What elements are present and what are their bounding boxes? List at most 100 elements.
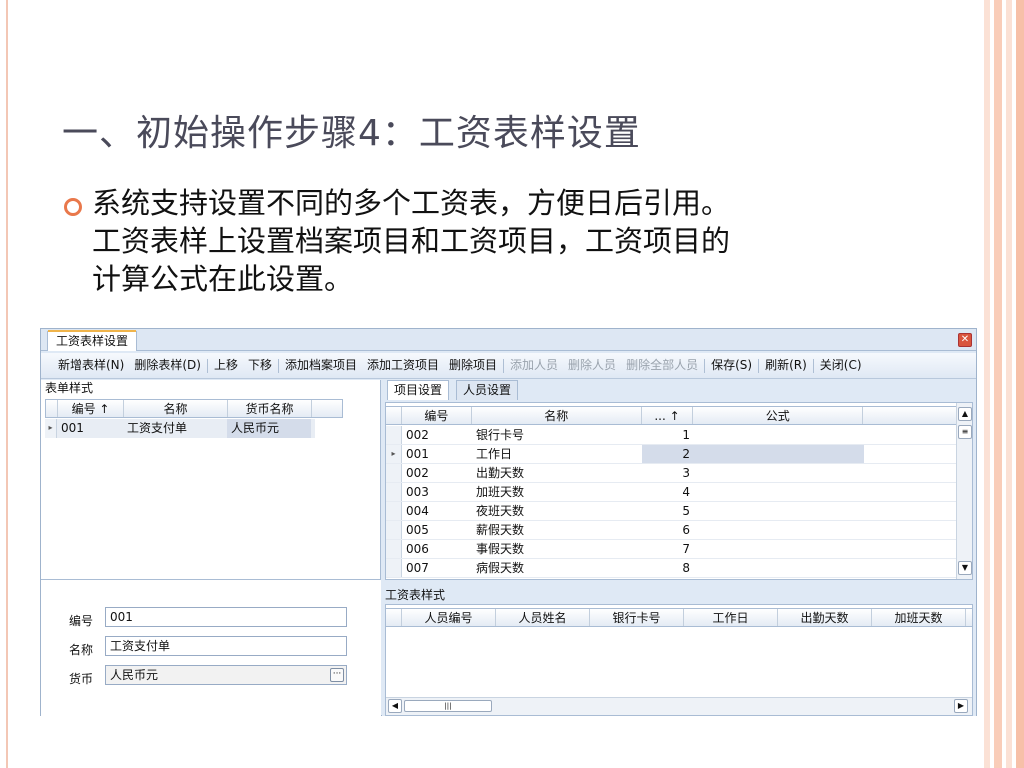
row-indicator-icon [386, 464, 402, 482]
cell-name: 薪假天数 [476, 523, 525, 537]
toolbar-button[interactable]: 添加档案项目 [280, 353, 362, 378]
cell-order: 8 [682, 561, 690, 575]
cell-formula [694, 426, 864, 444]
item-grid: 编号 名称 ... ↑ 公式 002 银行卡号 1 ▸ 001 工作日 2 002 出勤天数 3 0… [385, 402, 973, 580]
column-header-order[interactable]: ... ↑ [642, 407, 694, 424]
tab-item-settings[interactable]: 项目设置 [387, 380, 450, 400]
item-settings-panel: 项目设置 人员设置 编号 名称 ... ↑ 公式 002 银行卡号 1 ▸ 001 工作日… [382, 380, 976, 716]
slide-title: 一、初始操作步骤4：工资表样设置 [62, 113, 641, 154]
cell-code: 002 [406, 466, 429, 480]
cell-code: 004 [406, 504, 429, 518]
cell-name: 工作日 [476, 447, 513, 461]
column-header-name[interactable]: 名称 [124, 400, 228, 417]
template-detail-form: 编号 001 名称 工资支付单 货币 人民币元 ··· [41, 579, 381, 716]
toolbar-button[interactable]: 删除表样(D) [129, 353, 206, 378]
toolbar-button[interactable]: 添加工资项目 [362, 353, 444, 378]
template-list-panel: 表单样式 编号 ↑ 名称 货币名称 ▸ 001 工资支付单 人民币元 编号 00… [41, 380, 381, 716]
template-grid-header: 编号 ↑ 名称 货币名称 [45, 399, 343, 418]
column-header[interactable]: 工作日 [684, 609, 778, 626]
currency-field[interactable]: 人民币元 ··· [105, 665, 347, 685]
scroll-left-icon[interactable]: ◀ [388, 699, 402, 713]
toolbar-button[interactable]: 刷新(R) [760, 353, 812, 378]
toolbar-button[interactable]: 上移 [209, 353, 243, 378]
scroll-down-icon[interactable]: ▼ [958, 561, 972, 575]
cell-name: 事假天数 [476, 542, 525, 556]
table-row[interactable]: 002 出勤天数 3 [386, 464, 958, 483]
slide-body: 系统支持设置不同的多个工资表，方便日后引用。 工资表样上设置档案项目和工资项目，… [92, 184, 872, 298]
toolbar-button[interactable]: 删除全部人员 [621, 353, 703, 378]
table-row[interactable]: 003 加班天数 4 [386, 483, 958, 502]
body-line: 计算公式在此设置。 [92, 262, 354, 296]
toolbar-separator [503, 358, 505, 373]
name-label: 名称 [69, 643, 94, 657]
tab-staff-settings[interactable]: 人员设置 [456, 380, 519, 400]
cell-currency: 人民币元 [227, 419, 311, 438]
column-header-name[interactable]: 名称 [472, 407, 642, 424]
column-header[interactable]: 人员姓名 [496, 609, 590, 626]
table-row[interactable]: 006 事假天数 7 [386, 540, 958, 559]
cell-formula [694, 559, 864, 577]
toolbar-separator [206, 358, 208, 373]
cell-code: 006 [406, 542, 429, 556]
ellipsis-icon[interactable]: ··· [330, 668, 344, 682]
toolbar-separator [704, 358, 706, 373]
vertical-scrollbar[interactable]: ▲ ≡ ▼ [956, 403, 972, 579]
cell-order: 5 [682, 504, 690, 518]
document-tab[interactable]: 工资表样设置 [47, 330, 138, 351]
column-header-code[interactable]: 编号 [402, 407, 472, 424]
cell-order: 7 [682, 542, 690, 556]
table-row[interactable]: 005 薪假天数 6 [386, 521, 958, 540]
scroll-right-icon[interactable]: ▶ [954, 699, 968, 713]
column-header-code[interactable]: 编号 ↑ [58, 400, 124, 417]
cell-formula [694, 540, 864, 558]
column-header-currency[interactable]: 货币名称 [228, 400, 312, 417]
row-indicator-icon [386, 502, 402, 520]
scroll-thumb[interactable]: ≡ [958, 425, 972, 439]
column-header[interactable]: 银行卡号 [590, 609, 684, 626]
code-field[interactable]: 001 [105, 607, 347, 627]
row-indicator-icon [386, 540, 402, 558]
cell-order: 1 [682, 428, 690, 442]
name-field[interactable]: 工资支付单 [105, 636, 347, 656]
close-icon[interactable]: ✕ [958, 333, 972, 347]
table-row[interactable]: ▸ 001 工资支付单 人民币元 [45, 419, 315, 438]
table-row[interactable]: 004 夜班天数 5 [386, 502, 958, 521]
app-window: 工资表样设置 ✕ 新增表样(N) 删除表样(D) 上移 下移 添加档案项目 添加工资项目删… [40, 328, 977, 716]
column-header-formula[interactable]: 公式 [693, 407, 864, 424]
horizontal-scrollbar[interactable]: ◀ ||| ▶ [386, 697, 972, 715]
toolbar-button[interactable]: 保存(S) [706, 353, 757, 378]
cell-formula [694, 464, 864, 482]
code-label: 编号 [69, 614, 94, 628]
toolbar-button[interactable]: 下移 [243, 353, 277, 378]
table-row[interactable]: 007 病假天数 8 [386, 559, 958, 578]
toolbar-button[interactable]: 删除项目 [444, 353, 502, 378]
column-header[interactable]: 出勤天数 [778, 609, 872, 626]
toolbar-button[interactable]: 删除人员 [563, 353, 621, 378]
cell-code: 007 [406, 561, 429, 575]
cell-code: 001 [406, 447, 429, 461]
scroll-up-icon[interactable]: ▲ [958, 407, 972, 421]
row-indicator-header [386, 609, 402, 626]
row-indicator-icon [386, 426, 402, 444]
toolbar-button[interactable]: 新增表样(N) [53, 353, 129, 378]
lower-grid-label: 工资表样式 [385, 588, 446, 602]
row-indicator-icon [386, 559, 402, 577]
toolbar-separator [277, 358, 279, 373]
body-line: 工资表样上设置档案项目和工资项目，工资项目的 [92, 224, 731, 258]
currency-label: 货币 [69, 672, 94, 686]
column-header[interactable]: 人员编号 [402, 609, 496, 626]
cell-formula [694, 521, 864, 539]
cell-name: 出勤天数 [476, 466, 525, 480]
row-indicator-icon: ▸ [45, 419, 57, 438]
table-row[interactable]: 002 银行卡号 1 [386, 426, 958, 445]
row-indicator-header [46, 400, 58, 417]
cell-formula [694, 483, 864, 501]
toolbar-button[interactable]: 关闭(C) [815, 353, 867, 378]
item-grid-header: 编号 名称 ... ↑ 公式 [386, 406, 958, 425]
column-header[interactable]: 加班天数 [872, 609, 966, 626]
scroll-thumb[interactable]: ||| [404, 700, 492, 712]
cell-order: 4 [682, 485, 690, 499]
toolbar-button[interactable]: 添加人员 [505, 353, 563, 378]
salary-sheet-header: 人员编号 人员姓名 银行卡号 工作日 出勤天数 加班天数 [386, 608, 972, 627]
table-row[interactable]: ▸ 001 工作日 2 [386, 445, 958, 464]
